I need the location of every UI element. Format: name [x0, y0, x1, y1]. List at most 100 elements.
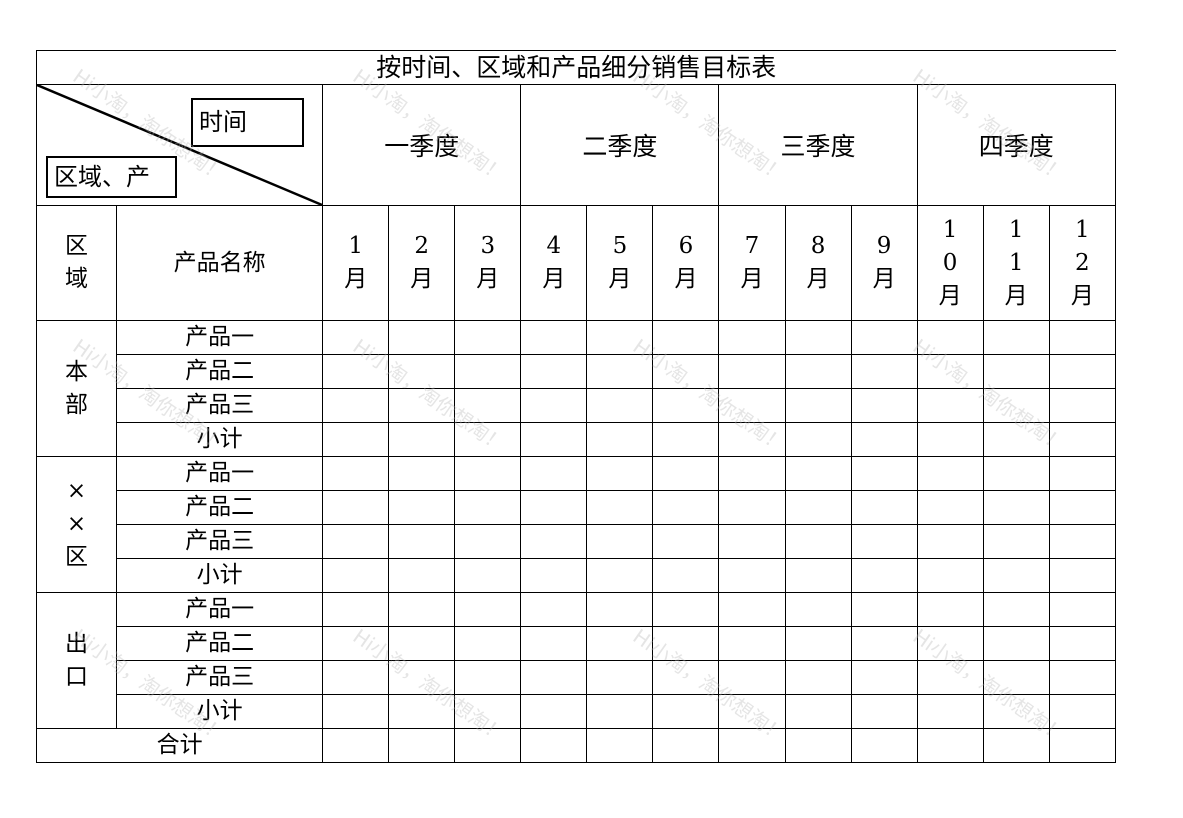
target-value-cell[interactable] — [916, 320, 984, 355]
target-value-cell[interactable] — [520, 626, 588, 661]
target-value-cell[interactable] — [718, 354, 786, 389]
target-value-cell[interactable] — [322, 558, 390, 593]
target-value-cell[interactable] — [652, 694, 720, 729]
target-value-cell[interactable] — [388, 422, 456, 457]
target-value-cell[interactable] — [388, 592, 456, 627]
target-value-cell[interactable] — [322, 354, 390, 389]
target-value-cell[interactable] — [322, 694, 390, 729]
total-value-cell[interactable] — [916, 728, 984, 763]
target-value-cell[interactable] — [586, 592, 654, 627]
target-value-cell[interactable] — [850, 320, 918, 355]
target-value-cell[interactable] — [454, 558, 522, 593]
target-value-cell[interactable] — [916, 388, 984, 423]
target-value-cell[interactable] — [652, 626, 720, 661]
target-value-cell[interactable] — [784, 558, 852, 593]
target-value-cell[interactable] — [454, 660, 522, 695]
target-value-cell[interactable] — [586, 524, 654, 559]
target-value-cell[interactable] — [1048, 694, 1117, 729]
target-value-cell[interactable] — [718, 558, 786, 593]
target-value-cell[interactable] — [850, 660, 918, 695]
target-value-cell[interactable] — [388, 626, 456, 661]
target-value-cell[interactable] — [784, 660, 852, 695]
target-value-cell[interactable] — [784, 626, 852, 661]
target-value-cell[interactable] — [454, 626, 522, 661]
target-value-cell[interactable] — [652, 592, 720, 627]
target-value-cell[interactable] — [916, 558, 984, 593]
target-value-cell[interactable] — [586, 626, 654, 661]
target-value-cell[interactable] — [586, 354, 654, 389]
target-value-cell[interactable] — [520, 592, 588, 627]
target-value-cell[interactable] — [784, 490, 852, 525]
target-value-cell[interactable] — [982, 626, 1050, 661]
target-value-cell[interactable] — [718, 592, 786, 627]
target-value-cell[interactable] — [388, 456, 456, 491]
target-value-cell[interactable] — [718, 694, 786, 729]
target-value-cell[interactable] — [916, 592, 984, 627]
target-value-cell[interactable] — [520, 320, 588, 355]
target-value-cell[interactable] — [1048, 456, 1117, 491]
total-value-cell[interactable] — [586, 728, 654, 763]
target-value-cell[interactable] — [718, 660, 786, 695]
target-value-cell[interactable] — [322, 592, 390, 627]
target-value-cell[interactable] — [982, 694, 1050, 729]
target-value-cell[interactable] — [784, 354, 852, 389]
target-value-cell[interactable] — [454, 456, 522, 491]
target-value-cell[interactable] — [520, 388, 588, 423]
target-value-cell[interactable] — [1048, 660, 1117, 695]
total-value-cell[interactable] — [388, 728, 456, 763]
target-value-cell[interactable] — [520, 558, 588, 593]
target-value-cell[interactable] — [1048, 354, 1117, 389]
target-value-cell[interactable] — [916, 456, 984, 491]
target-value-cell[interactable] — [586, 320, 654, 355]
target-value-cell[interactable] — [850, 524, 918, 559]
target-value-cell[interactable] — [1048, 626, 1117, 661]
target-value-cell[interactable] — [520, 456, 588, 491]
target-value-cell[interactable] — [982, 592, 1050, 627]
target-value-cell[interactable] — [388, 388, 456, 423]
target-value-cell[interactable] — [652, 354, 720, 389]
target-value-cell[interactable] — [850, 558, 918, 593]
target-value-cell[interactable] — [586, 422, 654, 457]
target-value-cell[interactable] — [982, 660, 1050, 695]
target-value-cell[interactable] — [784, 592, 852, 627]
target-value-cell[interactable] — [850, 626, 918, 661]
target-value-cell[interactable] — [652, 558, 720, 593]
target-value-cell[interactable] — [784, 524, 852, 559]
target-value-cell[interactable] — [982, 456, 1050, 491]
target-value-cell[interactable] — [718, 490, 786, 525]
target-value-cell[interactable] — [982, 354, 1050, 389]
target-value-cell[interactable] — [718, 524, 786, 559]
target-value-cell[interactable] — [916, 524, 984, 559]
target-value-cell[interactable] — [388, 558, 456, 593]
target-value-cell[interactable] — [784, 694, 852, 729]
target-value-cell[interactable] — [718, 422, 786, 457]
total-value-cell[interactable] — [784, 728, 852, 763]
target-value-cell[interactable] — [850, 694, 918, 729]
target-value-cell[interactable] — [652, 490, 720, 525]
target-value-cell[interactable] — [520, 490, 588, 525]
target-value-cell[interactable] — [652, 320, 720, 355]
target-value-cell[interactable] — [520, 354, 588, 389]
target-value-cell[interactable] — [322, 422, 390, 457]
target-value-cell[interactable] — [586, 558, 654, 593]
target-value-cell[interactable] — [850, 490, 918, 525]
target-value-cell[interactable] — [850, 388, 918, 423]
target-value-cell[interactable] — [850, 354, 918, 389]
total-value-cell[interactable] — [454, 728, 522, 763]
target-value-cell[interactable] — [652, 524, 720, 559]
target-value-cell[interactable] — [850, 592, 918, 627]
target-value-cell[interactable] — [850, 422, 918, 457]
total-value-cell[interactable] — [1048, 728, 1117, 763]
target-value-cell[interactable] — [388, 694, 456, 729]
target-value-cell[interactable] — [520, 694, 588, 729]
target-value-cell[interactable] — [322, 626, 390, 661]
target-value-cell[interactable] — [586, 490, 654, 525]
target-value-cell[interactable] — [520, 660, 588, 695]
target-value-cell[interactable] — [454, 354, 522, 389]
target-value-cell[interactable] — [1048, 490, 1117, 525]
target-value-cell[interactable] — [454, 694, 522, 729]
target-value-cell[interactable] — [388, 524, 456, 559]
target-value-cell[interactable] — [784, 320, 852, 355]
target-value-cell[interactable] — [388, 490, 456, 525]
target-value-cell[interactable] — [982, 558, 1050, 593]
